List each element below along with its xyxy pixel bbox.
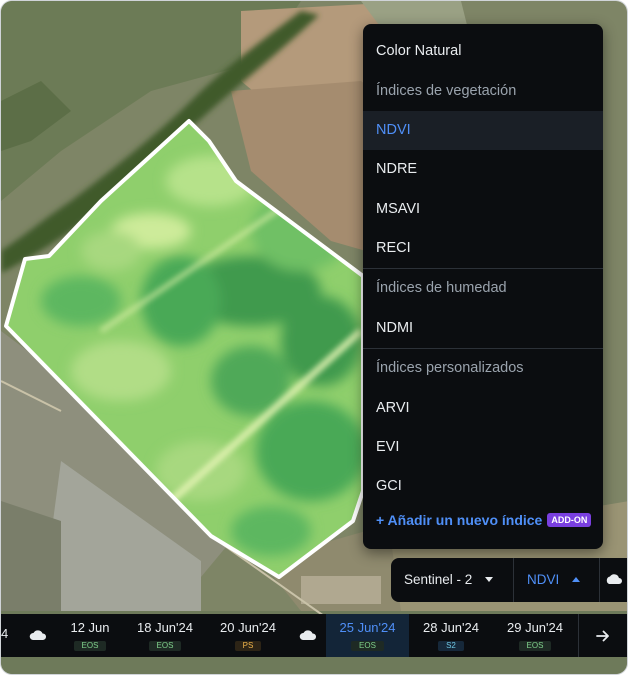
timeline-date-label: 12 Jun [70, 620, 110, 635]
map-viewer: Color Natural Índices de vegetación NDVI… [0, 0, 628, 675]
caret-up-icon [572, 577, 581, 582]
source-badge: EOS [73, 641, 107, 651]
addon-badge: ADD-ON [547, 513, 592, 527]
timeline-date-selected[interactable]: 25 Jun'24 EOS [326, 614, 409, 657]
menu-header-humidity: Índices de humedad [376, 280, 507, 296]
timeline-date[interactable]: 18 Jun'24 EOS [129, 614, 201, 657]
timeline-date-label: 28 Jun'24 [423, 620, 479, 635]
satellite-select-value: Sentinel - 2 [404, 572, 473, 587]
menu-item-evi[interactable]: EVI [363, 428, 603, 467]
cloud-sun-icon [606, 574, 622, 584]
timeline-date-label: 20 Jun'24 [220, 620, 276, 635]
caret-down-icon [485, 577, 494, 582]
menu-header-custom: Índices personalizados [376, 360, 524, 376]
menu-item-ndre[interactable]: NDRE [363, 150, 603, 189]
menu-item-msavi[interactable]: MSAVI [363, 190, 603, 229]
menu-item-arvi[interactable]: ARVI [363, 389, 603, 428]
index-select-value: NDVI [527, 572, 560, 587]
timeline-date-label: 25 Jun'24 [339, 620, 396, 635]
date-timeline: 4 12 Jun EOS 18 Jun'24 EOS 20 Jun'24 PS … [1, 614, 627, 657]
timeline-date-label: 29 Jun'24 [507, 620, 563, 635]
add-index-label: + Añadir un nuevo índice [376, 512, 543, 528]
timeline-date[interactable]: 20 Jun'24 PS [212, 614, 284, 657]
layer-selector-bar: Sentinel - 2 NDVI [391, 558, 627, 602]
source-badge: EOS [518, 641, 552, 651]
satellite-select[interactable]: Sentinel - 2 [404, 558, 494, 602]
menu-item-ndmi[interactable]: NDMI [363, 309, 603, 348]
arrow-right-icon [596, 630, 609, 642]
cloud-icon [299, 630, 317, 640]
timeline-edge-label: 4 [1, 626, 9, 641]
index-dropdown: Color Natural Índices de vegetación NDVI… [363, 24, 603, 549]
divider [513, 558, 514, 602]
add-index-button[interactable]: + Añadir un nuevo índice ADD-ON [376, 512, 592, 528]
index-select[interactable]: NDVI [527, 558, 581, 602]
menu-item-color-natural[interactable]: Color Natural [363, 32, 603, 71]
menu-item-ndvi[interactable]: NDVI [363, 111, 603, 150]
timeline-date[interactable]: 12 Jun EOS [59, 614, 121, 657]
divider [599, 558, 600, 602]
timeline-next-button[interactable] [578, 614, 627, 657]
source-badge: EOS [148, 641, 182, 651]
cloud-sun-button[interactable] [603, 570, 623, 595]
timeline-date[interactable]: 28 Jun'24 S2 [415, 614, 487, 657]
menu-header-vegetation: Índices de vegetación [376, 83, 517, 99]
menu-item-gci[interactable]: GCI [363, 467, 603, 506]
source-badge: EOS [351, 641, 384, 651]
cloud-icon [29, 630, 47, 640]
timeline-date-label: 18 Jun'24 [137, 620, 193, 635]
timeline-date[interactable]: 29 Jun'24 EOS [499, 614, 571, 657]
source-badge: PS [234, 641, 262, 651]
menu-item-reci[interactable]: RECI [363, 229, 603, 268]
source-badge: S2 [438, 641, 464, 651]
